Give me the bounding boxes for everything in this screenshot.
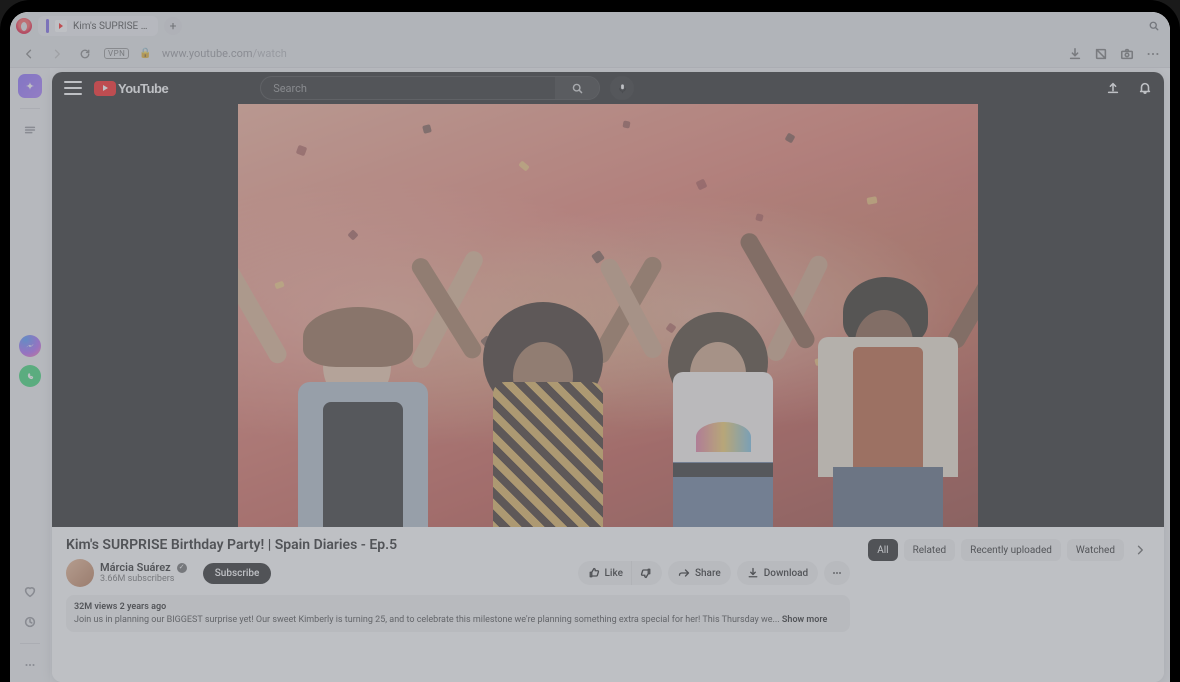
like-label: Like xyxy=(605,568,623,579)
tab-title: Kim's SUPRISE Birt xyxy=(73,21,150,32)
chips-row: All Related Recently uploaded Watched xyxy=(868,537,1150,561)
video-player[interactable] xyxy=(238,104,978,527)
search-button[interactable] xyxy=(555,77,599,99)
tab-island-icon[interactable] xyxy=(19,119,41,141)
more-icon[interactable] xyxy=(1146,47,1160,61)
video-area xyxy=(52,104,1164,527)
more-actions-button[interactable] xyxy=(824,561,850,585)
youtube-play-icon xyxy=(94,81,116,96)
dislike-button[interactable] xyxy=(631,561,662,585)
snapshot-icon[interactable] xyxy=(1120,47,1134,61)
chip-related[interactable]: Related xyxy=(904,539,956,561)
voice-search-icon[interactable] xyxy=(610,76,634,100)
chip-all[interactable]: All xyxy=(868,539,897,561)
favicon-youtube xyxy=(55,20,67,32)
tab[interactable]: Kim's SUPRISE Birt xyxy=(38,16,158,36)
download-icon[interactable] xyxy=(1068,47,1082,61)
url-display[interactable]: www.youtube.com/watch xyxy=(162,47,287,60)
extension-icon[interactable] xyxy=(1094,47,1108,61)
share-label: Share xyxy=(695,568,721,579)
page-content: YouTube xyxy=(52,72,1164,682)
subscribe-button[interactable]: Subscribe xyxy=(203,563,272,584)
download-button[interactable]: Download xyxy=(737,561,818,585)
verified-badge-icon: ✓ xyxy=(177,563,187,573)
address-bar: VPN 🔒 www.youtube.com/watch xyxy=(10,40,1170,68)
channel-avatar[interactable] xyxy=(66,559,94,587)
new-tab-button[interactable]: + xyxy=(164,17,182,35)
search-input[interactable] xyxy=(261,82,555,95)
description-text: Join us in planning our BIGGEST surprise… xyxy=(74,615,780,625)
opera-menu-icon[interactable] xyxy=(16,18,32,34)
youtube-logo-text: YouTube xyxy=(118,81,168,96)
chip-recently-uploaded[interactable]: Recently uploaded xyxy=(961,539,1061,561)
forward-button[interactable] xyxy=(48,45,66,63)
channel-name[interactable]: Márcia Suárez xyxy=(100,561,171,574)
chips-next-icon[interactable] xyxy=(1130,540,1150,560)
left-rail xyxy=(10,68,50,682)
notifications-icon[interactable] xyxy=(1138,81,1152,95)
like-button[interactable]: Like xyxy=(578,561,631,585)
video-info: Kim's SURPRISE Birthday Party! | Spain D… xyxy=(52,527,1164,682)
youtube-logo[interactable]: YouTube xyxy=(94,81,168,96)
upload-icon[interactable] xyxy=(1106,81,1120,95)
share-button[interactable]: Share xyxy=(668,561,731,585)
subscriber-count: 3.66M subscribers xyxy=(100,574,187,585)
search-tabs-icon[interactable] xyxy=(1148,20,1160,32)
tab-accent xyxy=(46,19,49,33)
messenger-icon[interactable] xyxy=(19,335,41,357)
search-box[interactable] xyxy=(260,76,600,100)
lock-icon[interactable]: 🔒 xyxy=(139,48,151,59)
heart-icon[interactable] xyxy=(19,581,41,603)
hamburger-icon[interactable] xyxy=(64,81,82,95)
show-more-button[interactable]: Show more xyxy=(782,615,827,625)
tab-strip: Kim's SUPRISE Birt + xyxy=(10,12,1170,40)
url-path: /watch xyxy=(253,47,287,60)
url-host: www.youtube.com xyxy=(162,47,253,60)
whatsapp-icon[interactable] xyxy=(19,365,41,387)
description-box[interactable]: 32M views 2 years ago Join us in plannin… xyxy=(66,595,850,632)
history-icon[interactable] xyxy=(19,611,41,633)
download-label: Download xyxy=(764,568,808,579)
vpn-badge[interactable]: VPN xyxy=(104,48,129,59)
video-title: Kim's SURPRISE Birthday Party! | Spain D… xyxy=(66,537,850,553)
reload-button[interactable] xyxy=(76,45,94,63)
chip-watched[interactable]: Watched xyxy=(1067,539,1124,561)
aria-icon[interactable] xyxy=(18,74,42,98)
youtube-header: YouTube xyxy=(52,72,1164,104)
views-age: 32M views 2 years ago xyxy=(74,601,842,614)
more-apps-icon[interactable] xyxy=(19,654,41,676)
back-button[interactable] xyxy=(20,45,38,63)
